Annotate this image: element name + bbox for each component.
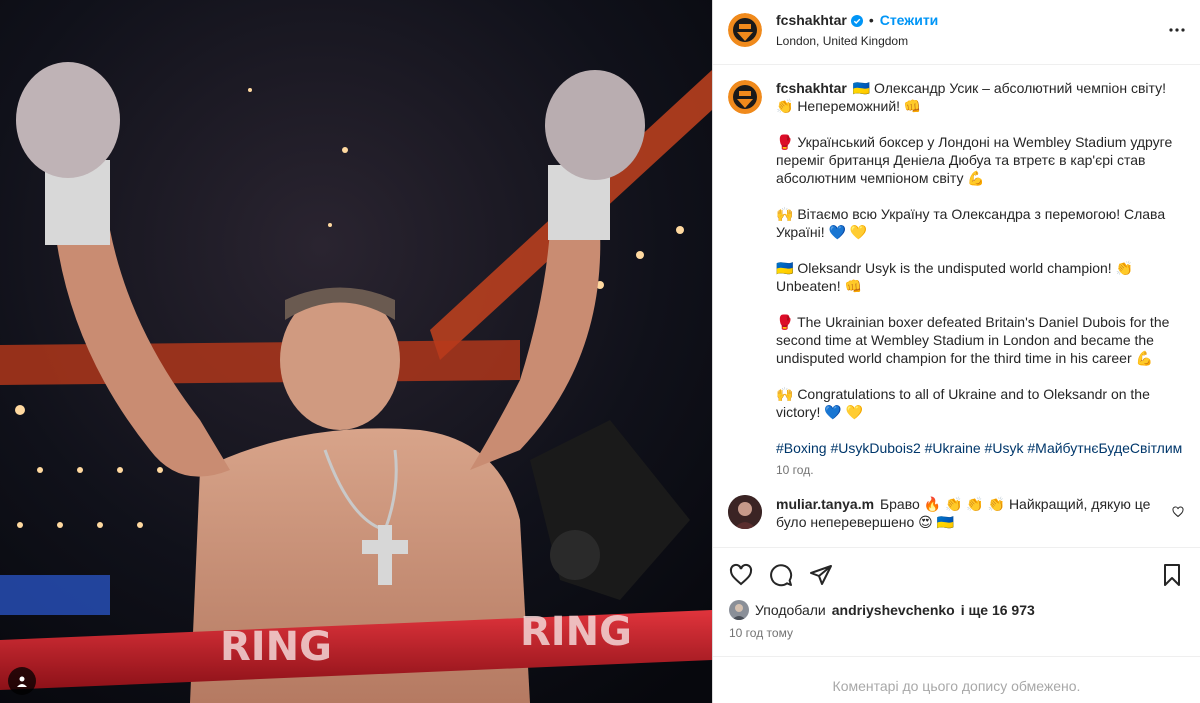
follow-button[interactable]: Стежити: [880, 12, 939, 28]
likes-prefix: Уподобали: [755, 602, 826, 618]
caption-line-6: 🙌 Congratulations to all of Ukraine and …: [776, 386, 1154, 420]
comment-heart-icon[interactable]: [1172, 505, 1184, 521]
comment-item: muliar.tanya.m Браво 🔥 👏 👏 👏 Найкращий, …: [728, 495, 1184, 531]
separator-dot: •: [868, 12, 874, 28]
action-bar: [713, 547, 1200, 597]
share-icon[interactable]: [809, 563, 833, 590]
ring-logo-right: RING: [520, 609, 632, 655]
post-timestamp[interactable]: 10 год тому: [729, 626, 793, 640]
more-options-icon[interactable]: [1168, 21, 1186, 42]
caption-time: 10 год.: [776, 463, 814, 477]
liker-avatar: [729, 600, 749, 620]
likes-count[interactable]: і ще 16 973: [961, 602, 1035, 618]
caption-line-3: 🙌 Вітаємо всю Україну та Олександра з пе…: [776, 206, 1169, 240]
caption-text: fcshakhtar 🇺🇦 Олександр Усик – абсолютни…: [776, 79, 1184, 115]
caption-username[interactable]: fcshakhtar: [776, 80, 847, 96]
caption-hashtags[interactable]: #Boxing #UsykDubois2 #Ukraine #Usyk #Май…: [776, 439, 1184, 457]
caption-line-5: 🥊 The Ukrainian boxer defeated Britain's…: [776, 314, 1174, 366]
post-header: fcshakhtar • Стежити London, United King…: [713, 0, 1200, 65]
comment-username[interactable]: muliar.tanya.m: [776, 496, 874, 512]
account-username[interactable]: fcshakhtar: [776, 12, 847, 28]
comment-text: muliar.tanya.m Браво 🔥 👏 👏 👏 Найкращий, …: [776, 495, 1184, 531]
caption-line-4: 🇺🇦 Oleksandr Usyk is the undisputed worl…: [776, 260, 1137, 294]
verified-badge-icon: [850, 14, 863, 27]
account-avatar[interactable]: [728, 13, 762, 47]
user-tag-icon[interactable]: [8, 667, 36, 695]
comment-icon[interactable]: [769, 563, 793, 590]
caption-avatar[interactable]: [728, 80, 762, 114]
ring-logo-left: RING: [220, 624, 332, 670]
comment-avatar[interactable]: [728, 495, 762, 529]
heart-icon[interactable]: [729, 563, 753, 590]
likes-user[interactable]: andriyshevchenko: [832, 602, 955, 618]
post-location[interactable]: London, United Kingdom: [776, 34, 908, 48]
comments-closed-notice: Коментарі до цього допису обмежено.: [713, 656, 1200, 703]
boxer-photo: RING RING: [0, 0, 712, 703]
post-image[interactable]: RING RING: [0, 0, 712, 703]
likes-summary[interactable]: Уподобали andriyshevchenko і ще 16 973: [729, 600, 1035, 620]
comments-scroll-area[interactable]: fcshakhtar 🇺🇦 Олександр Усик – абсолютни…: [713, 65, 1200, 547]
caption: fcshakhtar 🇺🇦 Олександр Усик – абсолютни…: [728, 79, 1184, 477]
post-details-panel: fcshakhtar • Стежити London, United King…: [712, 0, 1200, 703]
bookmark-icon[interactable]: [1160, 563, 1184, 590]
caption-line-2: 🥊 Український боксер у Лондоні на Wemble…: [776, 134, 1177, 186]
